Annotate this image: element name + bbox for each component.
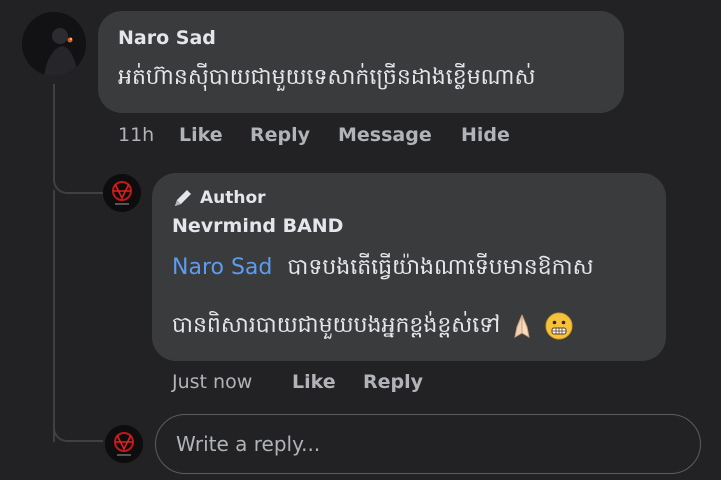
comment-bubble: Naro Sad អត់ហ៊ានស៊ីបាយជាមួយទេសាក់ច្រើនដា…	[98, 11, 624, 113]
reply-line-1-text: បាទបងតើធ្វើយ៉ាងណាទើបមានឱកាស	[287, 255, 594, 280]
comment-like-button[interactable]: Like	[179, 124, 223, 146]
reply-reply-button[interactable]: Reply	[363, 371, 423, 393]
thread-line-1	[53, 84, 105, 194]
reply-like-button[interactable]: Like	[292, 371, 336, 393]
band-avatar[interactable]	[103, 174, 141, 212]
comment-hide-button[interactable]: Hide	[461, 124, 510, 146]
comment-author-name[interactable]: Naro Sad	[118, 27, 216, 49]
author-badge-label: Author	[200, 188, 266, 208]
comment-reply-button[interactable]: Reply	[250, 124, 310, 146]
reply-timestamp[interactable]: Just now	[172, 371, 252, 393]
mention-link[interactable]: Naro Sad	[172, 255, 272, 280]
reply-input[interactable]	[155, 414, 701, 474]
commenter-avatar[interactable]	[22, 12, 86, 76]
reply-bubble: Author Nevrmind BAND Naro Sad បាទបងតើធ្វ…	[152, 173, 666, 361]
reply-line-1: Naro Sad បាទបងតើធ្វើយ៉ាងណាទើបមានឱកាស	[172, 253, 594, 285]
reply-line-2-text: បានពិសារបាយជាមួយបងអ្នកខ្ពង់ខ្ពស់ទៅ	[172, 313, 501, 338]
composer-avatar	[105, 425, 143, 463]
comment-message-button[interactable]: Message	[338, 124, 432, 146]
thread-line-2	[53, 190, 105, 442]
folded-hands-icon	[507, 311, 537, 341]
pencil-icon	[172, 187, 194, 209]
grimacing-face-icon	[544, 311, 574, 341]
author-badge: Author	[172, 187, 266, 209]
thread-line-2-curve	[53, 420, 103, 442]
comment-text: អត់ហ៊ានស៊ីបាយជាមួយទេសាក់ច្រើនដាងខ្លើមណាស…	[118, 65, 536, 90]
comment-timestamp[interactable]: 11h	[118, 124, 154, 146]
reply-line-2: បានពិសារបាយជាមួយបងអ្នកខ្ពង់ខ្ពស់ទៅ	[172, 311, 574, 343]
reply-author-name[interactable]: Nevrmind BAND	[172, 215, 343, 237]
